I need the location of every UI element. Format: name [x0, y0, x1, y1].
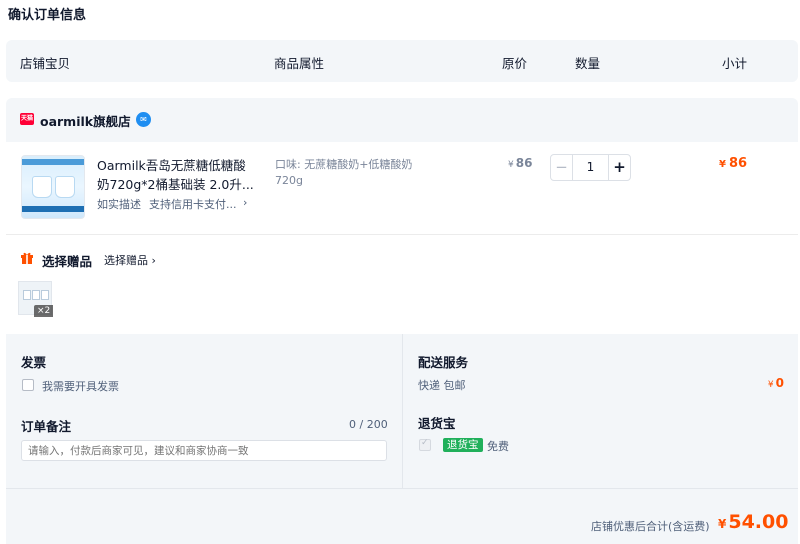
shop-name-link[interactable]: oarmilk旗舰店: [40, 111, 131, 130]
unit-price: ¥86: [508, 156, 532, 170]
return-insurance-fee: 免费: [487, 440, 509, 453]
gift-count-badge: ×2: [34, 305, 54, 317]
order-note-title: 订单备注: [21, 419, 72, 434]
shop-total-value: 54.00: [728, 511, 789, 533]
currency-symbol: ¥: [718, 517, 727, 531]
shipping-title: 配送服务: [418, 355, 469, 370]
shipping-return-section: 配送服务 快递 包邮 ¥0 退货宝 退货宝 免费: [402, 334, 798, 488]
select-gift-label: 选择赠品: [104, 254, 148, 267]
quantity-value[interactable]: 1: [573, 155, 608, 180]
return-insurance-badge: 退货宝: [443, 438, 483, 452]
currency-symbol: ¥: [719, 159, 726, 170]
product-attributes: 口味: 无蔗糖酸奶+低糖酸奶 720g: [275, 158, 413, 187]
item-panel: Oarmilk吾岛无蔗糖低糖酸奶720g*2桶基础装 2.0升... 如实描述支…: [6, 142, 798, 334]
invoice-title: 发票: [21, 355, 47, 370]
item-subtotal: ¥86: [719, 156, 747, 171]
gift-section-title: 选择赠品: [42, 254, 93, 269]
chat-icon[interactable]: ✉: [136, 112, 151, 127]
shop-header: 天猫 oarmilk旗舰店 ✉: [6, 98, 798, 142]
note-char-counter: 0 / 200: [349, 418, 388, 431]
shop-total-amount: ¥54.00: [718, 511, 788, 533]
chevron-right-icon[interactable]: ›: [243, 196, 247, 209]
item-subtotal-value: 86: [728, 156, 748, 171]
shipping-method: 快递 包邮: [418, 379, 466, 392]
page-title: 确认订单信息: [8, 8, 87, 23]
column-subtotal: 小计: [722, 56, 748, 71]
invoice-note-section: 发票 我需要开具发票 订单备注 0 / 200: [6, 334, 401, 488]
select-gift-link[interactable]: 选择赠品 ›: [104, 252, 156, 268]
unit-price-value: 86: [515, 156, 533, 170]
shipping-fee: ¥0: [768, 376, 784, 390]
decrease-quantity-button[interactable]: −: [551, 155, 573, 180]
column-quantity: 数量: [575, 56, 601, 71]
product-tags[interactable]: 如实描述 支持信用卡支付...: [97, 196, 245, 212]
currency-symbol: ¥: [508, 160, 514, 170]
tag-as-described: 如实描述: [97, 198, 141, 211]
increase-quantity-button[interactable]: +: [608, 155, 630, 180]
invoice-checkbox[interactable]: [22, 379, 34, 391]
order-note-input[interactable]: [21, 440, 387, 461]
gift-icon: [21, 252, 33, 264]
invoice-checkbox-label[interactable]: 我需要开具发票: [42, 378, 119, 394]
product-title-link[interactable]: Oarmilk吾岛无蔗糖低糖酸奶720g*2桶基础装 2.0升...: [97, 156, 257, 194]
shop-order-card: 天猫 oarmilk旗舰店 ✉ Oarmilk吾岛无蔗糖低糖酸奶720g*2桶基…: [6, 98, 798, 544]
tag-credit-card: 支持信用卡支付...: [149, 198, 237, 211]
column-price: 原价: [502, 56, 528, 71]
return-insurance-title: 退货宝: [418, 416, 456, 431]
order-table-header: 店铺宝贝 商品属性 原价 数量 小计: [6, 40, 798, 82]
chevron-right-icon: ›: [148, 254, 156, 267]
divider: [6, 234, 798, 235]
shop-total-label: 店铺优惠后合计(含运费): [591, 520, 710, 533]
product-thumbnail[interactable]: [21, 155, 85, 219]
currency-symbol: ¥: [767, 380, 774, 390]
column-attributes: 商品属性: [274, 56, 325, 71]
column-shop-items: 店铺宝贝: [20, 56, 71, 71]
divider: [6, 488, 798, 489]
tmall-icon: 天猫: [20, 113, 34, 125]
quantity-stepper: − 1 +: [550, 154, 631, 181]
shipping-fee-value: 0: [775, 376, 784, 390]
return-insurance-checkbox: [419, 438, 431, 451]
